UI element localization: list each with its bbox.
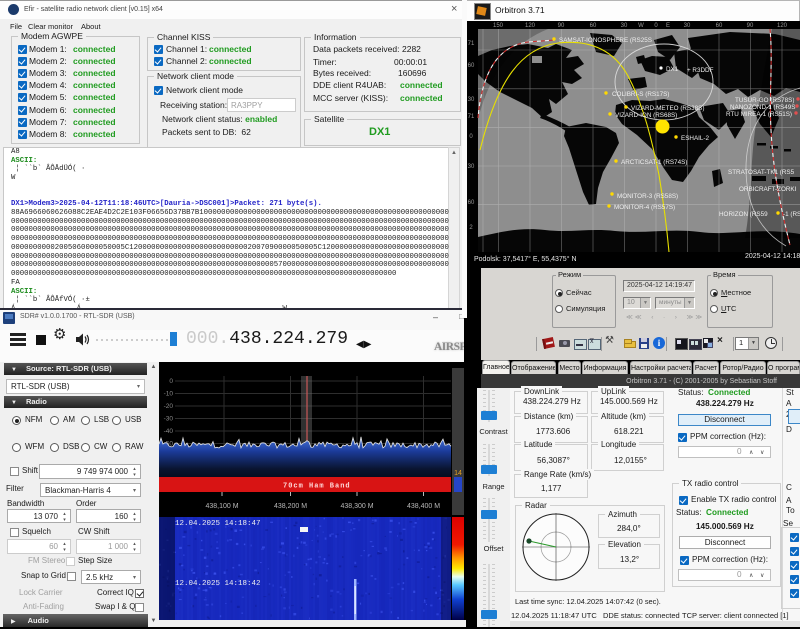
svg-text:60: 60 bbox=[468, 200, 475, 206]
svg-text:2025-04-12 14:18:4: 2025-04-12 14:18:4 bbox=[745, 253, 800, 260]
svg-text:12.04.2025 14:18:47: 12.04.2025 14:18:47 bbox=[175, 520, 261, 528]
svg-text:60: 60 bbox=[468, 63, 475, 69]
svg-text:-20: -20 bbox=[164, 403, 174, 410]
svg-text:E: E bbox=[666, 23, 670, 29]
svg-text:60: 60 bbox=[716, 23, 723, 29]
svg-text:HORIZON (RS59: HORIZON (RS59 bbox=[719, 211, 768, 218]
svg-text:70cm Ham Band: 70cm Ham Band bbox=[283, 483, 351, 491]
svg-text:-1 (RS: -1 (RS bbox=[783, 211, 800, 218]
svg-text:90: 90 bbox=[558, 23, 565, 29]
svg-text:30: 30 bbox=[621, 23, 628, 29]
svg-text:MONITOR-3 (RS58S): MONITOR-3 (RS58S) bbox=[617, 193, 678, 200]
svg-text:+ R3DDF: + R3DDF bbox=[687, 67, 714, 74]
svg-text:30: 30 bbox=[468, 164, 475, 170]
svg-text:VIZARD-ION (RS68S): VIZARD-ION (RS68S) bbox=[615, 112, 677, 119]
svg-text:-40: -40 bbox=[164, 428, 174, 435]
svg-text:COLIBRI-S (RS17S): COLIBRI-S (RS17S) bbox=[612, 91, 669, 98]
svg-text:TUSUR-GO (RS78S): TUSUR-GO (RS78S) bbox=[735, 97, 794, 104]
svg-text:90: 90 bbox=[747, 23, 754, 29]
svg-text:ORBICRAFT-ZORKI: ORBICRAFT-ZORKI bbox=[739, 186, 797, 193]
svg-text:438,100 M: 438,100 M bbox=[205, 503, 238, 510]
svg-text:SAMSAT-IONOSPHERE (RS25S: SAMSAT-IONOSPHERE (RS25S bbox=[559, 37, 652, 44]
svg-text:438,300 M: 438,300 M bbox=[340, 503, 373, 510]
svg-text:-30: -30 bbox=[164, 416, 174, 423]
svg-text:RTU MIREA-1 (RS51S): RTU MIREA-1 (RS51S) bbox=[726, 111, 792, 118]
svg-text:Podolsk: 37,5417° E, 55,4375°: Podolsk: 37,5417° E, 55,4375° N bbox=[474, 255, 577, 263]
svg-text:ESHAIL-2: ESHAIL-2 bbox=[681, 135, 709, 142]
svg-text:120: 120 bbox=[525, 23, 536, 29]
svg-text:60: 60 bbox=[590, 23, 597, 29]
svg-text:ARCTICSAT-1 (RS74S): ARCTICSAT-1 (RS74S) bbox=[621, 159, 687, 166]
svg-text:VIZARD-METEO (RS38S): VIZARD-METEO (RS38S) bbox=[631, 105, 704, 112]
svg-text:DX1: DX1 bbox=[666, 66, 679, 73]
svg-text:NANOZOND-1 (RS49S: NANOZOND-1 (RS49S bbox=[730, 104, 795, 111]
svg-text:12.04.2025 14:18:42: 12.04.2025 14:18:42 bbox=[175, 580, 261, 588]
svg-text:30: 30 bbox=[468, 97, 475, 103]
svg-text:71: 71 bbox=[468, 114, 475, 120]
svg-text:W: W bbox=[638, 23, 644, 29]
svg-text:-10: -10 bbox=[164, 391, 174, 398]
svg-text:STRATOSAT-TK1 (RS5: STRATOSAT-TK1 (RS5 bbox=[728, 169, 795, 176]
svg-text:14: 14 bbox=[454, 470, 462, 477]
svg-text:MONITOR-4 (RS57S): MONITOR-4 (RS57S) bbox=[614, 204, 675, 211]
svg-text:71: 71 bbox=[468, 41, 475, 47]
svg-text:438,400 M: 438,400 M bbox=[407, 503, 440, 510]
svg-text:438,200 M: 438,200 M bbox=[274, 503, 307, 510]
svg-text:0: 0 bbox=[169, 378, 173, 385]
svg-text:120: 120 bbox=[777, 23, 788, 29]
svg-text:30: 30 bbox=[684, 23, 691, 29]
svg-text:150: 150 bbox=[493, 23, 504, 29]
